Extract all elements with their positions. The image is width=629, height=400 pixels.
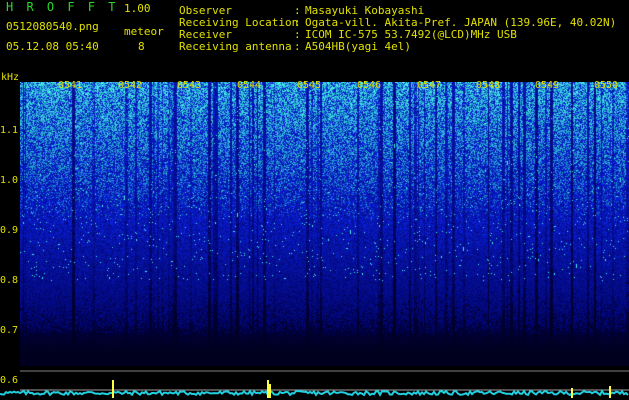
y-tick-label: 1.1: [0, 125, 19, 136]
time-label: 0549: [535, 80, 560, 91]
time-label: 0543: [177, 80, 202, 91]
y-tick-label: 0.6: [0, 375, 19, 386]
y-tick-label: 0.7: [0, 325, 19, 336]
y-tick-label: 0.9: [0, 225, 19, 236]
time-label: 0542: [118, 80, 143, 91]
time-label: 0546: [357, 80, 382, 91]
time-label: 0550: [594, 80, 619, 91]
y-tick-label: 0.8: [0, 275, 19, 286]
y-tick-label: 1.0: [0, 175, 19, 186]
baseline-overlay: [0, 370, 629, 398]
hrofft-window: H R O F F T 1.00 0512080540.png 05.12.08…: [0, 0, 629, 400]
time-label: 0545: [297, 80, 322, 91]
time-label: 0544: [237, 80, 262, 91]
time-label: 0541: [58, 80, 83, 91]
y-axis-unit: kHz: [1, 72, 20, 83]
time-label: 0548: [476, 80, 501, 91]
time-label: 0547: [417, 80, 442, 91]
baseline-trace: [0, 389, 629, 397]
